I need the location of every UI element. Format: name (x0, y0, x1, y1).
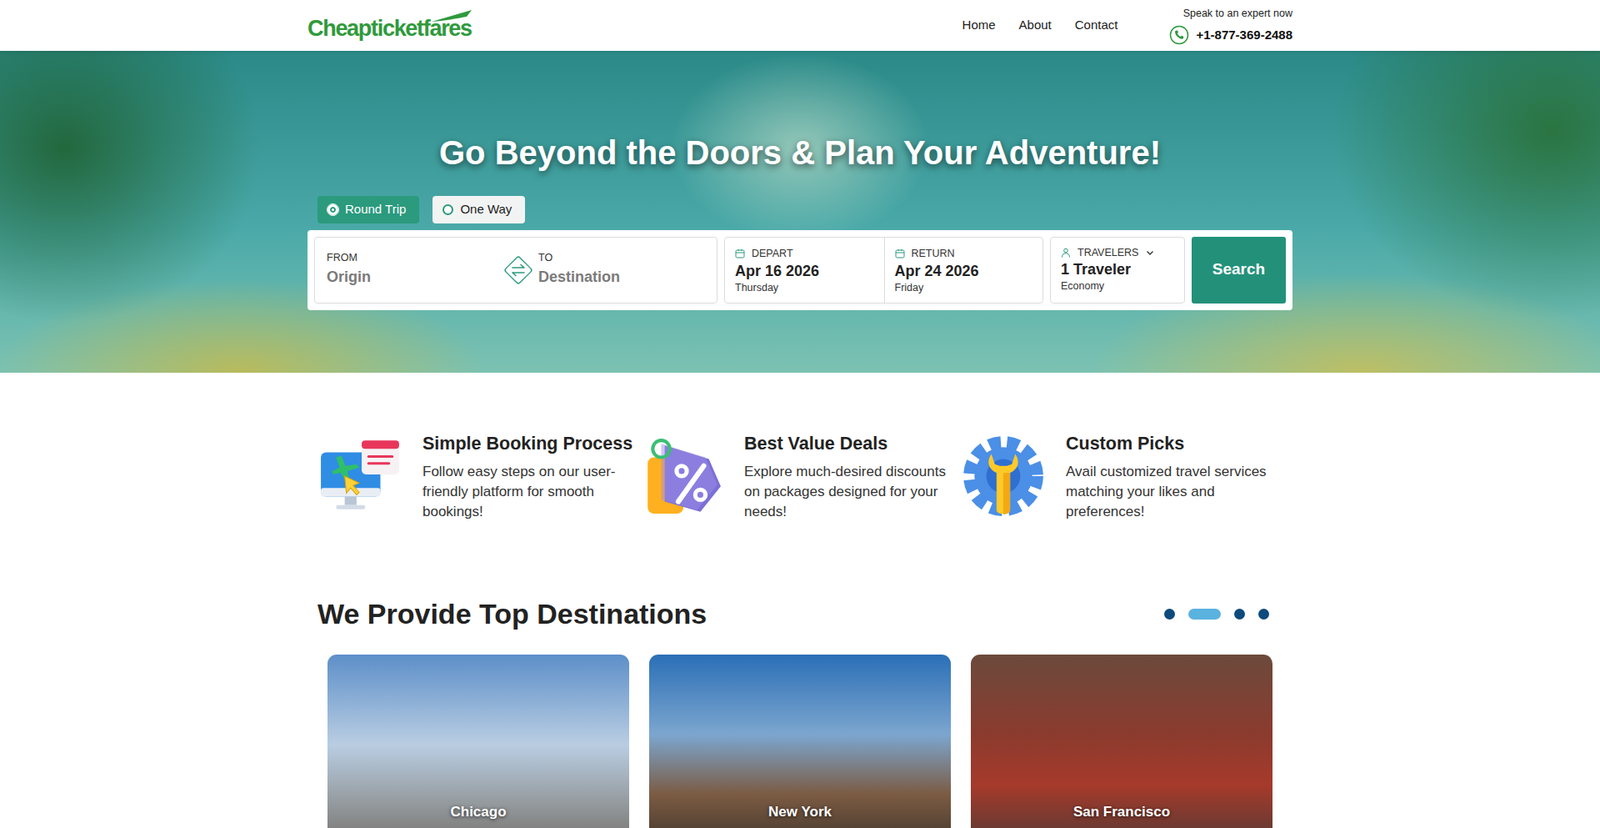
return-label: RETURN (911, 247, 955, 260)
from-field[interactable]: FROM (326, 251, 504, 289)
person-icon (1060, 247, 1071, 258)
calendar-icon (895, 248, 905, 259)
return-field[interactable]: RETURN Apr 24 2026 Friday (884, 237, 1044, 303)
feature-item: Simple Booking Process Follow easy steps … (317, 433, 640, 522)
feature-text: Explore much-desired discounts on packag… (744, 461, 953, 522)
trip-type-option[interactable]: Round Trip (317, 195, 420, 224)
return-date: Apr 24 2026 (895, 261, 1034, 281)
phone-link[interactable]: +1-877-369-2488 (1195, 25, 1293, 45)
hero: Go Beyond the Doors & Plan Your Adventur… (0, 50, 1600, 373)
trip-type-label: One Way (460, 200, 512, 220)
carousel-dot[interactable] (1258, 608, 1270, 620)
features: Simple Booking Process Follow easy steps … (307, 372, 1293, 522)
chevron-down-icon (1145, 247, 1155, 258)
depart-day: Thursday (735, 280, 875, 296)
travelers-label: TRAVELERS (1077, 246, 1139, 260)
nav-item: Home (950, 10, 1008, 40)
radio-dot (442, 204, 454, 215)
swap-icon[interactable] (503, 255, 534, 285)
dates-box: DEPART Apr 16 2026 Thursday RETURN Apr 2… (724, 236, 1044, 304)
calendar-icon (735, 248, 745, 259)
nav-link[interactable]: Home (950, 10, 1008, 40)
carousel-dot[interactable] (1188, 608, 1221, 620)
nav-link[interactable]: Contact (1063, 10, 1130, 40)
feature-title: Simple Booking Process (422, 433, 633, 455)
booking-icon (317, 433, 403, 519)
trip-type-group: Round Trip One Way (307, 195, 1293, 224)
phone-icon (1169, 25, 1190, 45)
feature-title: Custom Picks (1065, 433, 1275, 455)
destination-name: Chicago (327, 800, 630, 823)
discount-tag-icon (639, 433, 725, 519)
feature-text: Avail customized travel services matchin… (1065, 461, 1275, 522)
depart-label: DEPART (751, 247, 794, 260)
destination-card[interactable]: Chicago (327, 654, 630, 828)
carousel-dot[interactable] (1234, 608, 1245, 620)
gear-wrench-icon (960, 433, 1046, 519)
destination-name: New York (649, 800, 951, 823)
cabin-class: Economy (1060, 278, 1176, 295)
depart-date: Apr 16 2026 (735, 261, 875, 281)
trip-type-option[interactable]: One Way (432, 195, 525, 224)
feature-body: Simple Booking Process Follow easy steps … (422, 433, 633, 522)
travelers-field[interactable]: TRAVELERS 1 Traveler Economy (1050, 236, 1185, 304)
return-day: Friday (895, 280, 1034, 296)
carousel-dot[interactable] (1164, 608, 1175, 620)
from-label: FROM (326, 251, 504, 265)
hero-title: Go Beyond the Doors & Plan Your Adventur… (307, 132, 1293, 173)
feature-item: Best Value Deals Explore much-desired dis… (639, 433, 961, 522)
to-label: TO (538, 251, 709, 265)
nav-item: Contact (1063, 10, 1130, 40)
search-form: FROM TO DEPART Apr 16 2026 Thursday (307, 230, 1293, 310)
search-button[interactable]: Search (1191, 236, 1286, 304)
feature-title: Best Value Deals (744, 433, 953, 455)
destination-name: San Francisco (970, 800, 1273, 823)
destination-card[interactable]: New York (649, 654, 951, 828)
swoosh-icon (430, 9, 474, 23)
from-input[interactable] (326, 264, 504, 289)
route-box: FROM TO (314, 236, 718, 304)
nav-link[interactable]: About (1007, 10, 1064, 40)
site-header: Cheapticketfares HomeAboutContact Speak … (0, 0, 1600, 51)
contact-block: Speak to an expert now +1-877-369-2488 (1169, 5, 1293, 45)
contact-caption: Speak to an expert now (1183, 5, 1293, 22)
carousel-dots (1164, 608, 1283, 620)
feature-item: Custom Picks Avail customized travel serv… (960, 433, 1283, 522)
depart-field[interactable]: DEPART Apr 16 2026 Thursday (725, 237, 885, 303)
to-field[interactable]: TO (533, 251, 709, 289)
to-input[interactable] (538, 264, 709, 289)
logo[interactable]: Cheapticketfares (307, 10, 472, 40)
feature-text: Follow easy steps on our user-friendly p… (422, 461, 631, 522)
nav-item: About (1007, 10, 1064, 40)
destinations-title: We Provide Top Destinations (317, 596, 707, 631)
feature-body: Best Value Deals Explore much-desired dis… (744, 433, 953, 522)
destination-card[interactable]: San Francisco (970, 654, 1273, 828)
trip-type-label: Round Trip (345, 200, 406, 220)
travelers-value: 1 Traveler (1060, 260, 1176, 280)
feature-body: Custom Picks Avail customized travel serv… (1065, 433, 1275, 522)
main-nav: HomeAboutContact (950, 10, 1130, 40)
radio-dot (327, 204, 339, 215)
destinations: We Provide Top Destinations Chicago New Y… (307, 521, 1293, 828)
